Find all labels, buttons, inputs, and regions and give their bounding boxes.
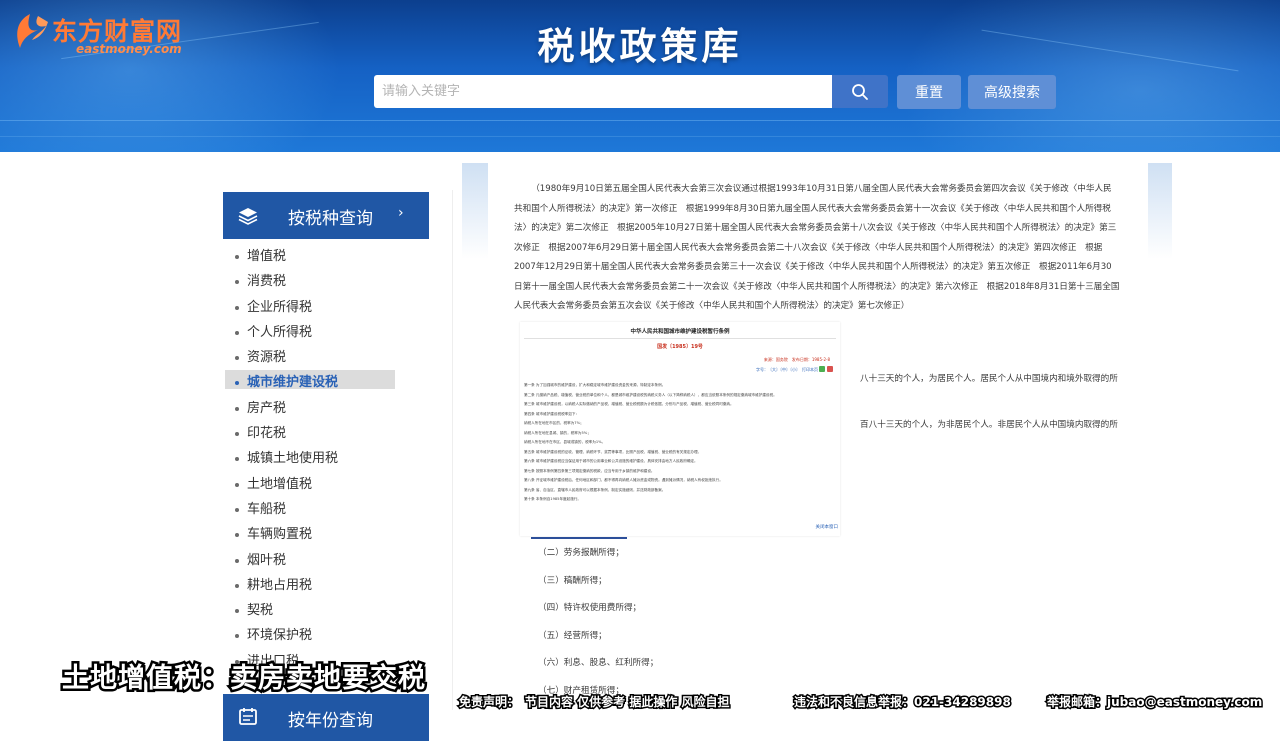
resident-definition-line: 八十三天的个人，为居民个人。居民个人从中国境内和境外取得的所	[860, 374, 1118, 384]
category-by-tax-type[interactable]: 按税种查询 ›	[223, 192, 429, 239]
doc-title: 中华人民共和国城市维护建设税暂行条例	[630, 329, 730, 335]
sidebar-item-property-tax[interactable]: 房产税	[223, 396, 429, 421]
doc-meta: 来源：国务院 发布日期：1985-2-8	[763, 357, 830, 362]
video-caption: 土地增值税：卖房卖地要交税	[60, 661, 428, 697]
law-amendment-history: （1980年9月10日第五届全国人民代表大会第三次会议通过根据1993年10月3…	[514, 184, 1120, 311]
nonresident-definition-line: 百八十三天的个人，为非居民个人。非居民个人从中国境内取得的所	[860, 420, 1118, 430]
report-email-text: 举报邮箱：jubao@eastmoney.com	[1045, 694, 1263, 711]
list-item: （二）劳务报酬所得；	[538, 548, 624, 558]
header-banner: 东方财富网 eastmoney.com 税收政策库 重置 高级搜索	[0, 0, 1280, 152]
page-title: 税收政策库	[537, 25, 743, 68]
doc-line: 第十条 本条例自1985年度起施行。	[524, 497, 582, 501]
doc-line: 第三条 城市维护建设税，以纳税人实际缴纳的产品税、增值税、营业税税额为计税依据，…	[524, 402, 734, 406]
doc-line: 纳税人所在地在市区的，税率为7%；	[524, 421, 584, 425]
sidebar-item-land-use-tax[interactable]: 城镇土地使用税	[223, 446, 429, 471]
sidebar-item-tobacco-tax[interactable]: 烟叶税	[223, 548, 429, 573]
second-category-label: 按年份查询	[288, 711, 373, 731]
doc-line: 第九条 省、自治区、直辖市人民政府可以根据本条例，制定实施细则，并送财政部备案。	[524, 487, 666, 492]
sidebar-item-vehicle-purchase-tax[interactable]: 车辆购置税	[223, 522, 429, 547]
list-item: （三）稿酬所得；	[538, 575, 607, 586]
list-item: （六）利息、股息、红利所得；	[538, 658, 659, 669]
sidebar-item-resource-tax[interactable]: 资源税	[223, 345, 429, 370]
doc-line: 纳税人所在地在县城、镇的，税率为5%；	[524, 430, 591, 435]
sidebar-item-environmental-tax[interactable]: 环境保护税	[223, 623, 429, 648]
category-label: 按税种查询	[288, 209, 373, 229]
sidebar-item-vat[interactable]: 增值税	[223, 244, 429, 269]
doc-line: 第二条 凡缴纳产品税、增值税、营业税的单位和个人，都是城市维护建设税的纳税义务人…	[524, 392, 777, 397]
list-item: （四）特许权使用费所得；	[538, 603, 642, 614]
report-hotline-text: 违法和不良信息举报：021-34289898	[793, 694, 1013, 711]
tax-type-list: 增值税 消费税 企业所得税 个人所得税 资源税 城市维护建设税 房产税 印花税 …	[223, 244, 429, 674]
search-icon	[852, 83, 868, 100]
reset-button[interactable]: 重置	[897, 75, 961, 109]
sidebar-item-deed-tax[interactable]: 契税	[223, 598, 429, 623]
doc-number: 国发〔1985〕19号	[657, 344, 703, 350]
search-input[interactable]	[374, 75, 832, 108]
doc-line: 第八条 开征城市维护建设税后，任何地区和部门，都不得再向纳税人摊派资金或物资。遇…	[524, 478, 723, 482]
doc-line: 第四条 城市维护建设税税率如下：	[524, 411, 580, 416]
doc-line: 第一条 为了加强城市的维护建设，扩大和稳定城市维护建设资金的来源，特制定本条例。	[524, 383, 666, 387]
disclaimer-text: 免责声明： 节目内容 仅供参考 据此操作 风险自担	[458, 694, 732, 711]
sidebar-item-individual-income-tax[interactable]: 个人所得税	[223, 320, 429, 345]
category-by-year[interactable]: 按年份查询	[223, 694, 429, 741]
doc-close-link[interactable]: 关闭本窗口	[816, 524, 839, 530]
content-decoration-right	[1148, 163, 1172, 259]
chevron-right-icon: ›	[398, 205, 404, 221]
sidebar-item-corporate-income-tax[interactable]: 企业所得税	[223, 295, 429, 320]
print-icon[interactable]	[819, 366, 825, 372]
list-item: （五）经营所得；	[538, 630, 607, 641]
doc-line: 纳税人所在地不在市区、县城或镇的，税率为1%。	[524, 440, 606, 444]
content-decoration-left	[462, 163, 488, 259]
sidebar-item-urban-maintenance-tax[interactable]: 城市维护建设税	[223, 370, 429, 395]
sidebar-item-land-appreciation-tax[interactable]: 土地增值税	[223, 472, 429, 497]
doc-line: 第七条 按照本条例第四条第三项规定缴纳的税款，应当专用于乡镇的维护和建设。	[524, 468, 655, 473]
sidebar-item-consumption-tax[interactable]: 消费税	[223, 269, 429, 294]
doc-underline	[531, 537, 627, 539]
advanced-search-button[interactable]: 高级搜索	[968, 75, 1056, 109]
sidebar-item-stamp-tax[interactable]: 印花税	[223, 421, 429, 446]
sidebar-item-vehicle-vessel-tax[interactable]: 车船税	[223, 497, 429, 522]
regulation-document-image: 中华人民共和国城市维护建设税暂行条例 国发〔1985〕19号 来源：国务院 发布…	[520, 322, 840, 536]
sidebar-item-farmland-tax[interactable]: 耕地占用税	[223, 573, 429, 598]
doc-body: 第一条 为了加强城市的维护建设，扩大和稳定城市维护建设资金的来源，特制定本条例。…	[524, 381, 834, 505]
content-divider	[452, 190, 453, 710]
close-icon[interactable]	[827, 366, 833, 372]
layers-icon	[238, 208, 258, 225]
doc-title-rule	[524, 338, 836, 339]
search-button[interactable]	[832, 75, 888, 108]
calendar-icon	[239, 708, 257, 725]
doc-line: 第五条 城市维护建设税的征收、管理、纳税环节、奖罚等事项，比照产品税、增值税、营…	[524, 449, 702, 454]
doc-line: 第六条 城市维护建设税应当保证用于城市的公用事业和公共设施的维护建设，具体安排由…	[524, 459, 698, 463]
doc-font-tools[interactable]: 字号：〔大〕〔中〕〔小〕 打印本页	[756, 367, 818, 373]
income-type-list: （二）劳务报酬所得； （三）稿酬所得； （四）特许权使用费所得； （五）经营所得…	[538, 542, 658, 708]
